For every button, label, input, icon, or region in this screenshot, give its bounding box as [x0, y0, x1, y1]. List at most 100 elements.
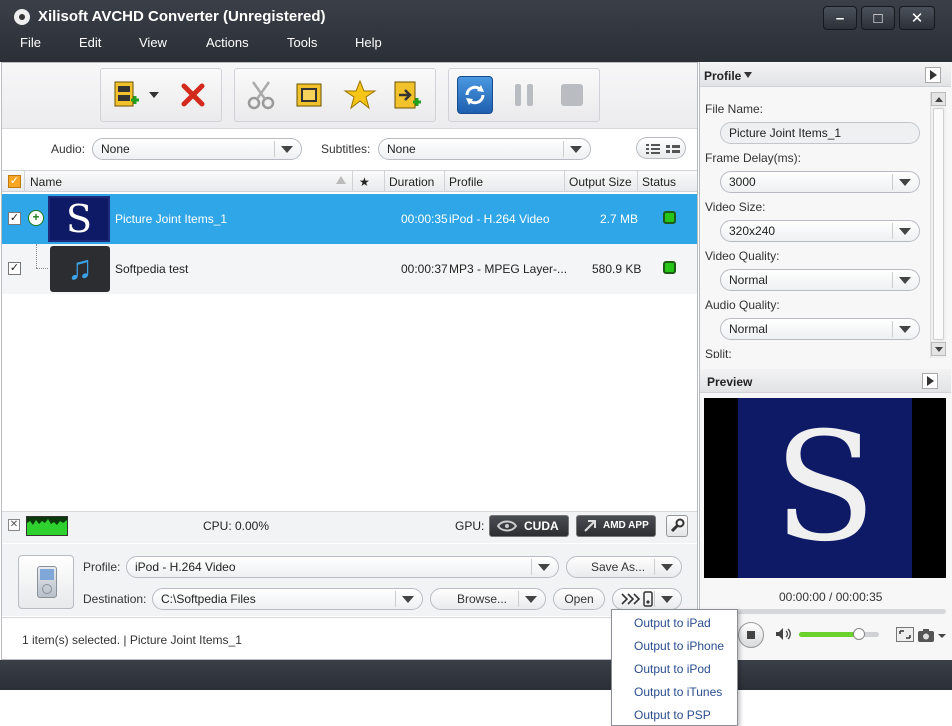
scroll-up-icon[interactable] — [931, 92, 946, 106]
save-as-button[interactable]: Save As... — [566, 556, 682, 578]
clip-icon[interactable] — [243, 76, 279, 114]
fullscreen-icon[interactable] — [896, 627, 914, 642]
select-all-checkbox[interactable]: ✓ — [8, 175, 21, 188]
row-output-size: 580.9 KB — [592, 262, 642, 276]
volume-knob[interactable] — [853, 628, 865, 640]
column-name[interactable]: Name — [30, 175, 62, 189]
volume-icon[interactable] — [775, 627, 791, 644]
effects-icon[interactable] — [342, 76, 378, 114]
chevron-down-icon — [525, 596, 537, 603]
cuda-label: CUDA — [524, 519, 559, 533]
chevron-down-icon — [899, 277, 911, 284]
frame-delay-select[interactable]: 3000 — [720, 171, 920, 193]
chevron-down-icon — [899, 179, 911, 186]
column-duration[interactable]: Duration — [389, 175, 434, 189]
snapshot-camera-icon[interactable] — [917, 627, 947, 643]
browse-label: Browse... — [457, 592, 508, 606]
audio-quality-label: Audio Quality: — [705, 298, 780, 312]
row-checkbox[interactable]: ✓ — [8, 212, 21, 225]
menu-actions[interactable]: Actions — [206, 35, 249, 50]
split-row: Split: — [700, 346, 929, 358]
profile-label: Profile: — [83, 560, 121, 574]
menu-item-output-ipod[interactable]: Output to iPod — [634, 662, 711, 676]
profile-select[interactable]: iPod - H.264 Video — [126, 556, 559, 578]
pause-icon[interactable] — [506, 76, 542, 114]
column-profile[interactable]: Profile — [449, 175, 483, 189]
row-profile: iPod - H.264 Video — [449, 212, 550, 226]
output-device-button[interactable] — [612, 588, 682, 610]
menu-view[interactable]: View — [139, 35, 167, 50]
scroll-thumb[interactable] — [933, 108, 944, 340]
device-ipod-icon[interactable] — [18, 555, 74, 609]
split-label: Split: — [705, 347, 732, 358]
destination-label: Destination: — [83, 592, 147, 606]
menu-edit[interactable]: Edit — [79, 35, 101, 50]
column-output-size[interactable]: Output Size — [569, 175, 632, 189]
file-name-input[interactable]: Picture Joint Items_1 — [720, 122, 920, 144]
close-icon[interactable]: ✕ — [8, 519, 20, 531]
convert-icon[interactable] — [457, 76, 493, 114]
subtitles-select[interactable]: None — [378, 138, 591, 160]
preview-expand-icon[interactable] — [922, 373, 938, 389]
minimize-button[interactable]: – — [823, 6, 857, 30]
audio-select[interactable]: None — [92, 138, 302, 160]
video-quality-select[interactable]: Normal — [720, 269, 920, 291]
collapse-panel-icon[interactable] — [925, 67, 941, 83]
menu-tools[interactable]: Tools — [287, 35, 317, 50]
video-size-select[interactable]: 320x240 — [720, 220, 920, 242]
audio-label: Audio: — [51, 142, 86, 156]
cpu-usage: CPU: 0.00% — [203, 519, 270, 533]
preview-time: 00:00:00 / 00:00:35 — [779, 590, 883, 604]
chevron-down-icon[interactable] — [744, 72, 752, 78]
preview-screen: S — [704, 398, 946, 578]
profile-panel-title[interactable]: Profile — [704, 69, 741, 83]
row-name: Softpedia test — [115, 262, 189, 276]
frame-delay-value: 3000 — [729, 175, 756, 189]
video-quality-label: Video Quality: — [705, 249, 780, 263]
seek-bar[interactable] — [704, 609, 946, 614]
amd-app-button[interactable]: AMD APP — [576, 515, 656, 537]
cuda-button[interactable]: CUDA — [489, 515, 569, 537]
stop-icon[interactable] — [554, 76, 590, 114]
add-file-icon[interactable] — [110, 76, 146, 114]
chevron-down-icon — [899, 326, 911, 333]
profile-scrollbar[interactable] — [930, 92, 946, 358]
menu-item-output-psp[interactable]: Output to PSP — [634, 708, 711, 722]
menu-file[interactable]: File — [20, 35, 41, 50]
table-row[interactable]: ✓ ♫ Softpedia test 00:00:37 MP3 - MPEG L… — [2, 244, 697, 294]
menu-item-output-ipad[interactable]: Output to iPad — [634, 616, 711, 630]
column-status[interactable]: Status — [642, 175, 676, 189]
volume-level — [799, 632, 859, 637]
thumbnail: S — [48, 196, 110, 242]
chevron-down-icon — [570, 146, 582, 153]
stop-playback-icon[interactable] — [738, 622, 764, 648]
subtitles-label: Subtitles: — [321, 142, 371, 156]
chevron-down-icon — [402, 596, 414, 603]
row-profile: MP3 - MPEG Layer-... — [449, 262, 568, 276]
settings-wrench-icon[interactable] — [666, 515, 688, 537]
sort-icon — [336, 176, 346, 184]
open-button[interactable]: Open — [553, 588, 605, 610]
merge-icon[interactable] — [292, 76, 328, 114]
cpu-graph — [26, 516, 68, 536]
volume-slider[interactable] — [799, 628, 879, 640]
view-toggle[interactable] — [636, 137, 686, 159]
maximize-button[interactable]: □ — [861, 6, 895, 30]
column-star[interactable]: ★ — [359, 175, 370, 189]
menu-help[interactable]: Help — [355, 35, 382, 50]
audio-quality-value: Normal — [729, 322, 768, 336]
add-output-icon[interactable] — [390, 76, 426, 114]
remove-icon[interactable] — [175, 76, 211, 114]
close-button[interactable]: ✕ — [899, 6, 935, 30]
destination-input[interactable]: C:\Softpedia Files — [152, 588, 423, 610]
table-row[interactable]: ✓ + S Picture Joint Items_1 00:00:35 iPo… — [2, 194, 697, 244]
menu-item-output-iphone[interactable]: Output to iPhone — [634, 639, 724, 653]
scroll-down-icon[interactable] — [931, 342, 946, 356]
chevron-down-icon — [281, 146, 293, 153]
menu-item-output-itunes[interactable]: Output to iTunes — [634, 685, 722, 699]
audio-quality-select[interactable]: Normal — [720, 318, 920, 340]
add-file-dropdown-icon[interactable] — [149, 92, 159, 98]
browse-button[interactable]: Browse... — [430, 588, 546, 610]
row-checkbox[interactable]: ✓ — [8, 262, 21, 275]
expand-icon[interactable]: + — [28, 210, 44, 226]
